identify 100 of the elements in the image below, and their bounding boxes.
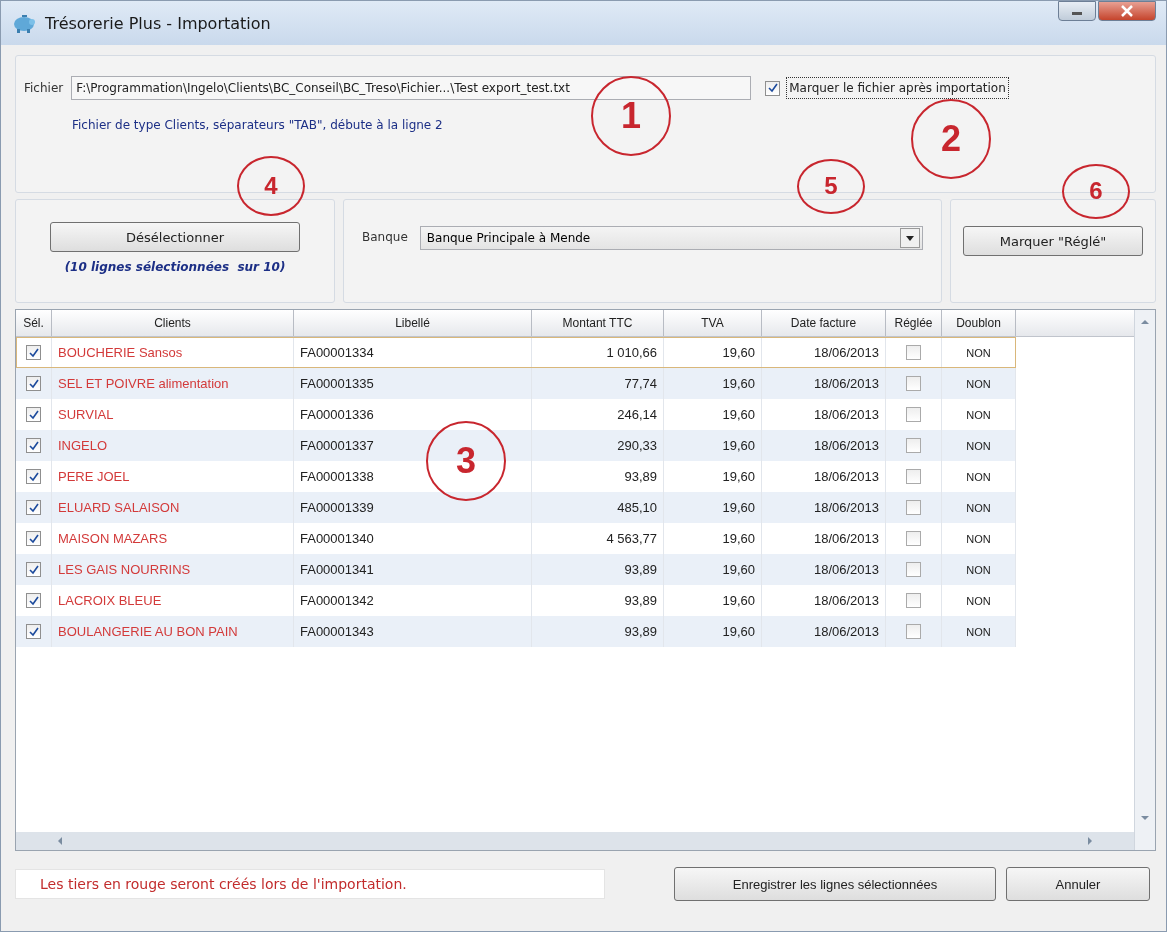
info-note: Les tiers en rouge seront créés lors de l'importation. — [15, 869, 605, 899]
table-cell: NON — [966, 532, 991, 545]
callout-number: 1 — [591, 76, 671, 156]
left-arrow-icon[interactable] — [56, 836, 64, 846]
table-cell: 77,74 — [624, 376, 657, 391]
checkbox-label[interactable]: Marquer le fichier après importation — [786, 77, 1009, 99]
cancel-button[interactable]: Annuler — [1006, 867, 1150, 901]
table-cell: NON — [966, 377, 991, 390]
selection-count: (10 lignes sélectionnées sur 10) — [64, 260, 286, 274]
table-cell: 93,89 — [624, 624, 657, 639]
checkbox[interactable] — [765, 80, 781, 96]
checkbox[interactable] — [906, 407, 921, 422]
column-header[interactable]: Sél. — [16, 310, 52, 336]
table-cell: NON — [966, 594, 991, 607]
file-path-field[interactable]: F:\Programmation\Ingelo\Clients\BC_Conseil\BC_Treso\Fichier...\Test export_test.txt — [71, 76, 752, 100]
table-cell: FA00001340 — [300, 531, 374, 546]
file-info-text: Fichier de type Clients, séparateurs "TAB", débute à la ligne 2 — [72, 118, 444, 132]
table-cell: 19,60 — [722, 345, 755, 360]
column-header[interactable]: Date facture — [762, 310, 886, 336]
checkbox[interactable] — [26, 469, 41, 484]
table-cell: 485,10 — [617, 500, 657, 515]
table-cell: FA00001338 — [300, 469, 374, 484]
table-cell: FA00001339 — [300, 500, 374, 515]
checkbox[interactable] — [906, 624, 921, 639]
column-header[interactable]: Libellé — [294, 310, 532, 336]
bank-label: Banque — [362, 230, 408, 244]
file-label: Fichier — [24, 81, 64, 95]
deselect-button[interactable]: Désélectionner — [50, 222, 300, 252]
table-cell: NON — [966, 439, 991, 452]
checkbox[interactable] — [26, 593, 41, 608]
table-row[interactable]: SEL ET POIVRE alimentation FA00001335 77,74 19,60 18/06/2013 NON — [16, 368, 1016, 399]
table-cell: 93,89 — [624, 562, 657, 577]
table-cell: LACROIX BLEUE — [58, 593, 162, 608]
checkbox[interactable] — [906, 593, 921, 608]
checkbox[interactable] — [906, 500, 921, 515]
table-cell: NON — [966, 563, 991, 576]
callout-number: 4 — [237, 156, 305, 216]
column-header[interactable]: TVA — [664, 310, 762, 336]
table-cell: 18/06/2013 — [813, 345, 879, 360]
table-cell: 19,60 — [722, 407, 755, 422]
checkbox[interactable] — [26, 500, 41, 515]
callout-number: 6 — [1062, 163, 1130, 219]
table-row[interactable]: LES GAIS NOURRINS FA00001341 93,89 19,60 18/06/2013 NON — [16, 554, 1016, 585]
table-cell: FA00001337 — [300, 438, 374, 453]
checkbox[interactable] — [906, 531, 921, 546]
table-row[interactable]: BOULANGERIE AU BON PAIN FA00001343 93,89 19,60 18/06/2013 NON — [16, 616, 1016, 647]
checkbox[interactable] — [26, 376, 41, 391]
table-cell: 18/06/2013 — [813, 531, 879, 546]
table-cell: PERE JOEL — [58, 469, 130, 484]
checkbox[interactable] — [26, 562, 41, 577]
table-cell: 19,60 — [722, 593, 755, 608]
bank-dropdown[interactable]: Banque Principale à Mende — [419, 226, 923, 250]
checkbox[interactable] — [26, 438, 41, 453]
checkbox[interactable] — [26, 345, 41, 360]
table-cell: 19,60 — [722, 469, 755, 484]
callout-number: 5 — [797, 158, 865, 214]
table-cell: BOULANGERIE AU BON PAIN — [58, 624, 238, 639]
table-cell: NON — [966, 470, 991, 483]
table-cell: 18/06/2013 — [813, 407, 879, 422]
save-button[interactable]: Enregistrer les lignes sélectionnées — [674, 867, 996, 901]
column-header[interactable]: Clients — [52, 310, 294, 336]
vertical-scrollbar[interactable] — [1134, 310, 1155, 850]
down-arrow-icon[interactable] — [1140, 814, 1150, 822]
table-row[interactable]: BOUCHERIE Sansos FA00001334 1 010,66 19,60 18/06/2013 NON — [16, 337, 1016, 368]
checkbox[interactable] — [26, 407, 41, 422]
checkbox[interactable] — [906, 376, 921, 391]
table-cell: 19,60 — [722, 531, 755, 546]
column-header[interactable]: Réglée — [886, 310, 942, 336]
table-cell: 18/06/2013 — [813, 376, 879, 391]
table-cell: 290,33 — [617, 438, 657, 453]
table-cell: BOUCHERIE Sansos — [58, 345, 183, 360]
table-cell: FA00001334 — [300, 345, 374, 360]
callout-number: 3 — [426, 421, 506, 501]
up-arrow-icon[interactable] — [1140, 318, 1150, 326]
table-cell: 19,60 — [722, 624, 755, 639]
table-cell: SEL ET POIVRE alimentation — [58, 376, 229, 391]
table-cell: FA00001341 — [300, 562, 374, 577]
table-cell: 19,60 — [722, 562, 755, 577]
table-cell: 18/06/2013 — [813, 593, 879, 608]
table-row[interactable]: ELUARD SALAISON FA00001339 485,10 19,60 18/06/2013 NON — [16, 492, 1016, 523]
checkbox[interactable] — [906, 469, 921, 484]
table-cell: NON — [966, 501, 991, 514]
checkbox[interactable] — [26, 531, 41, 546]
column-header[interactable]: Montant TTC — [532, 310, 664, 336]
minimize-button[interactable] — [1058, 1, 1096, 21]
checkbox[interactable] — [906, 562, 921, 577]
close-button[interactable] — [1098, 1, 1156, 21]
horizontal-scrollbar[interactable] — [16, 832, 1134, 850]
table-cell: LES GAIS NOURRINS — [58, 562, 191, 577]
checkbox[interactable] — [906, 345, 921, 360]
callout-number: 2 — [911, 99, 991, 179]
table-cell: 246,14 — [617, 407, 657, 422]
table-cell: 19,60 — [722, 376, 755, 391]
column-header[interactable]: Doublon — [942, 310, 1016, 336]
checkbox[interactable] — [906, 438, 921, 453]
right-arrow-icon[interactable] — [1086, 836, 1094, 846]
checkbox[interactable] — [26, 624, 41, 639]
table-cell: NON — [966, 625, 991, 638]
piggy-bank-icon — [11, 12, 37, 34]
mark-settled-button[interactable]: Marquer "Réglé" — [963, 226, 1143, 256]
